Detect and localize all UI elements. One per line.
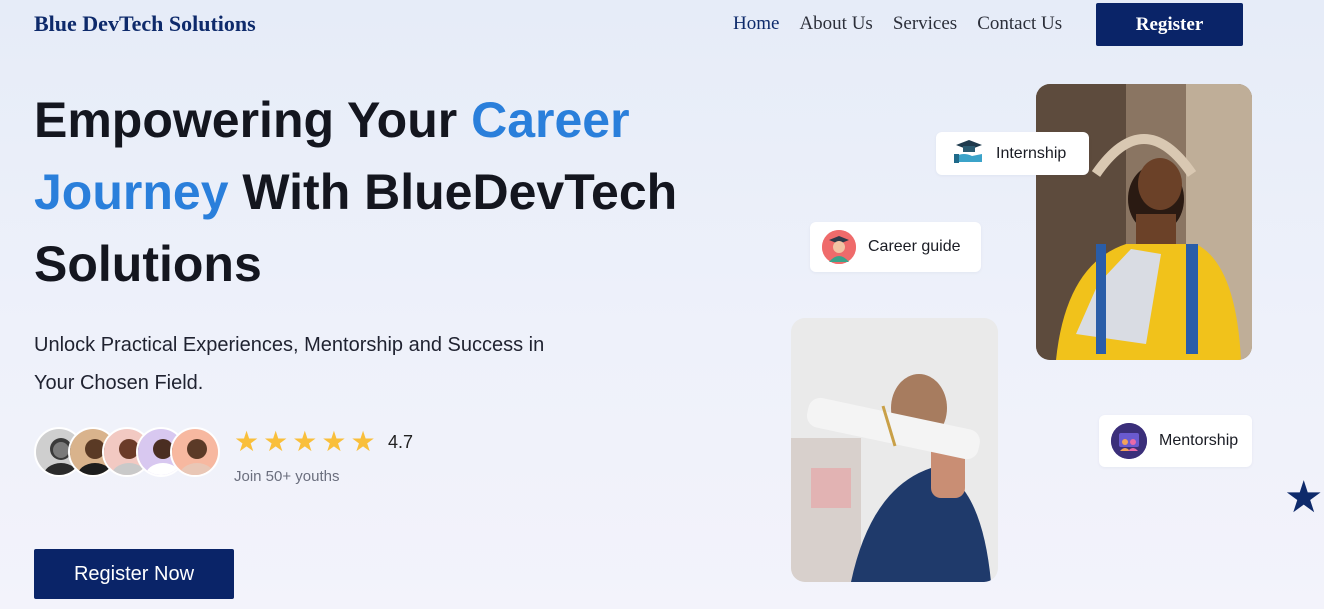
nav-home[interactable]: Home: [733, 13, 779, 35]
headline-accent-career: Career: [471, 92, 630, 148]
star-icon: ★: [234, 426, 260, 457]
nav-services[interactable]: Services: [893, 13, 957, 35]
graduate-photo: [791, 318, 998, 582]
register-now-button[interactable]: Register Now: [34, 549, 234, 599]
student-photo: [1036, 84, 1252, 360]
avatar: [170, 427, 220, 477]
brand-logo[interactable]: Blue DevTech Solutions: [34, 11, 256, 37]
career-guide-chip: Career guide: [810, 222, 981, 272]
star-icon: ★: [292, 426, 318, 457]
mentorship-label: Mentorship: [1159, 432, 1239, 449]
join-count: Join 50+ youths: [234, 468, 340, 485]
star-icon: ★: [263, 426, 289, 457]
decorative-star-icon: ★: [1284, 473, 1324, 522]
rating-stars: ★ ★ ★ ★ ★: [234, 426, 376, 458]
mentorship-icon: [1111, 423, 1147, 459]
nav-about-us[interactable]: About Us: [799, 13, 872, 35]
register-button[interactable]: Register: [1096, 3, 1243, 46]
internship-label: Internship: [996, 144, 1067, 162]
internship-chip: Internship: [936, 132, 1089, 175]
mentorship-chip: Mentorship: [1099, 415, 1252, 467]
headline-accent-journey: Journey: [34, 164, 229, 220]
career-guide-label: Career guide: [868, 238, 961, 255]
headline-part-1: Empowering Your: [34, 92, 472, 148]
nav-contact-us[interactable]: Contact Us: [977, 13, 1062, 35]
hero-headline: Empowering Your Career Journey With BlueD…: [34, 84, 714, 300]
hero-subtext: Unlock Practical Experiences, Mentorship…: [34, 334, 545, 394]
rating-value: 4.7: [388, 432, 414, 452]
star-icon: ★: [350, 426, 376, 457]
star-icon: ★: [321, 426, 347, 457]
career-guide-icon: [822, 230, 856, 264]
main-nav: Home About Us Services Contact Us: [733, 13, 1062, 35]
graduation-hand-icon: [954, 138, 984, 169]
